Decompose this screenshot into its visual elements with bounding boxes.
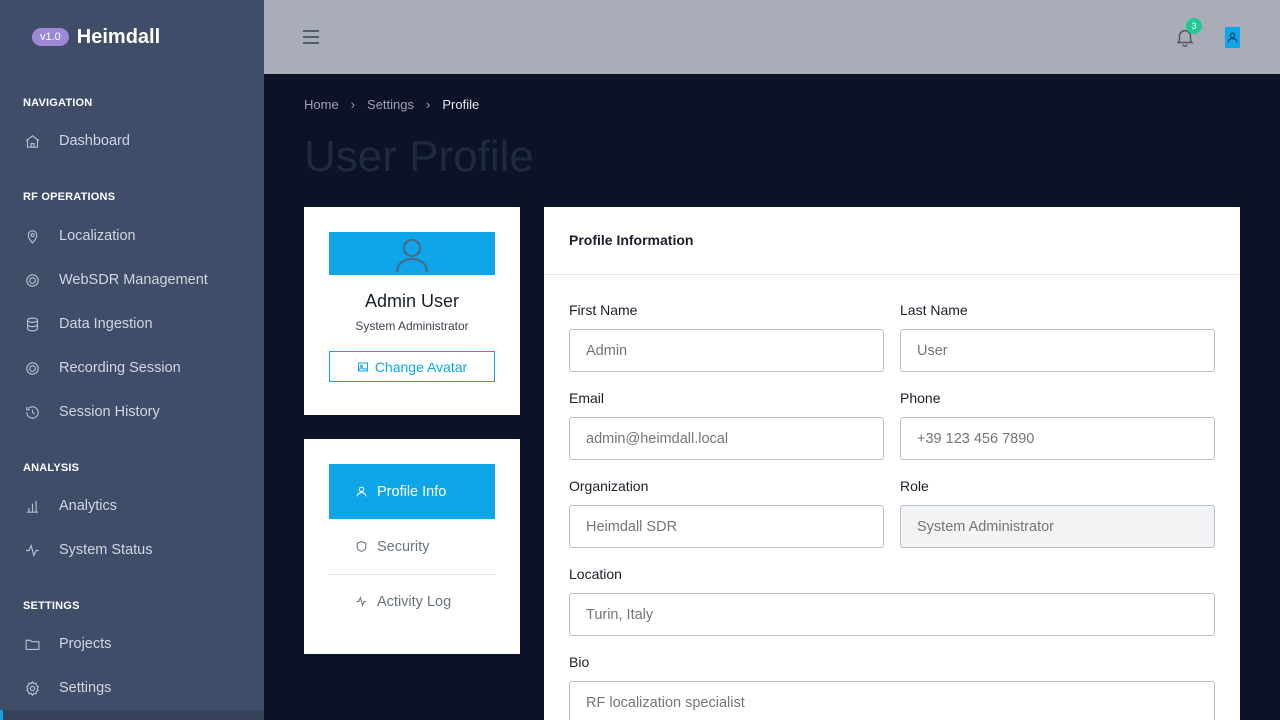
role-field[interactable] (900, 505, 1215, 548)
folder-icon (23, 635, 41, 653)
menu-item-label: Security (377, 538, 430, 555)
version-badge: v1.0 (32, 28, 69, 46)
sidebar-item-label: Projects (59, 636, 112, 652)
menu-item-label: Activity Log (377, 593, 452, 610)
sidebar-item-label: Session History (59, 404, 160, 420)
sidebar-item-session-history[interactable]: Session History (0, 392, 264, 432)
phone-field[interactable] (900, 417, 1215, 460)
avatar (329, 232, 495, 275)
organization-label: Organization (569, 478, 649, 494)
bio-field[interactable] (569, 681, 1215, 720)
radio-icon (23, 271, 41, 289)
first-name-field[interactable] (569, 329, 884, 372)
notification-badge: 3 (1186, 18, 1202, 34)
sidebar-item-label: Settings (59, 680, 112, 696)
profile-summary-card: Admin User System Administrator Change A… (304, 207, 520, 415)
menu-item-activity-log[interactable]: Activity Log (329, 574, 495, 629)
activity-icon (356, 596, 367, 607)
form-header: Profile Information (544, 207, 1240, 275)
sidebar-item-label: Dashboard (59, 133, 130, 149)
sidebar-item-dashboard[interactable]: Dashboard (0, 121, 264, 161)
sidebar-item-analytics[interactable]: Analytics (0, 486, 264, 526)
last-name-label: Last Name (900, 302, 968, 318)
user-icon (356, 486, 367, 497)
shield-icon (356, 541, 367, 552)
user-icon (395, 238, 429, 272)
first-name-label: First Name (569, 302, 638, 318)
map-pin-icon (23, 227, 41, 245)
location-field[interactable] (569, 593, 1215, 636)
sidebar-item-label: Localization (59, 228, 136, 244)
sidebar-item-projects[interactable]: Projects (0, 624, 264, 664)
location-label: Location (569, 566, 622, 582)
sidebar-item-settings[interactable]: Settings (0, 668, 264, 708)
sidebar-item-label: WebSDR Management (59, 272, 208, 288)
sidebar-item-data-ingestion[interactable]: Data Ingestion (0, 304, 264, 344)
menu-toggle-icon[interactable] (300, 26, 322, 48)
phone-label: Phone (900, 390, 941, 406)
form-title: Profile Information (569, 232, 694, 248)
breadcrumb-home[interactable]: Home (304, 97, 339, 112)
section-navigation-title: NAVIGATION (23, 97, 93, 109)
home-icon (23, 132, 41, 150)
sidebar-item-label: Analytics (59, 498, 118, 514)
bar-chart-icon (23, 497, 41, 515)
menu-item-security[interactable]: Security (329, 519, 495, 574)
sidebar-item-localization[interactable]: Localization (0, 216, 264, 256)
user-name: Admin User (364, 291, 460, 311)
sidebar-item-label: Recording Session (59, 360, 181, 376)
brand[interactable]: v1.0 Heimdall (32, 24, 160, 50)
menu-item-label: Profile Info (377, 483, 447, 500)
sidebar-item-system-status[interactable]: System Status (0, 530, 264, 570)
menu-item-profile-info[interactable]: Profile Info (329, 464, 495, 519)
page-title: User Profile (304, 132, 534, 181)
user-menu-button[interactable] (1225, 27, 1240, 48)
bio-label: Bio (569, 654, 590, 670)
breadcrumb: Home › Settings › Profile (304, 97, 479, 112)
active-indicator (0, 710, 3, 720)
user-role: System Administrator (355, 319, 469, 333)
organization-field[interactable] (569, 505, 884, 548)
gear-icon (23, 679, 41, 697)
sidebar-item-partial[interactable] (0, 710, 264, 720)
database-icon (23, 315, 41, 333)
record-icon (23, 359, 41, 377)
section-analysis-title: ANALYSIS (23, 462, 80, 474)
email-label: Email (569, 390, 605, 406)
chevron-right-icon: › (350, 97, 356, 112)
section-settings-title: SETTINGS (23, 600, 80, 612)
section-rf-operations-title: RF OPERATIONS (23, 191, 116, 203)
image-icon (357, 362, 368, 371)
sidebar-item-label: Data Ingestion (59, 316, 153, 332)
history-icon (23, 403, 41, 421)
breadcrumb-current: Profile (442, 97, 480, 112)
sidebar: v1.0 Heimdall NAVIGATION Dashboard RF OP… (0, 0, 264, 720)
app-name: Heimdall (76, 25, 161, 48)
sidebar-item-websdr-management[interactable]: WebSDR Management (0, 260, 264, 300)
sidebar-item-recording-session[interactable]: Recording Session (0, 348, 264, 388)
activity-icon (23, 541, 41, 559)
profile-form-card: Profile Information First Name Last Name… (544, 207, 1240, 720)
topbar: 3 (264, 0, 1280, 74)
email-field[interactable] (569, 417, 884, 460)
last-name-field[interactable] (900, 329, 1215, 372)
chevron-right-icon: › (426, 97, 431, 112)
change-avatar-button[interactable]: Change Avatar (329, 351, 495, 382)
profile-menu-card: Profile Info Security Activity Log (304, 439, 520, 654)
change-avatar-label: Change Avatar (374, 358, 468, 375)
breadcrumb-settings[interactable]: Settings (367, 97, 414, 112)
sidebar-item-label: System Status (59, 542, 153, 558)
role-label: Role (900, 478, 929, 494)
